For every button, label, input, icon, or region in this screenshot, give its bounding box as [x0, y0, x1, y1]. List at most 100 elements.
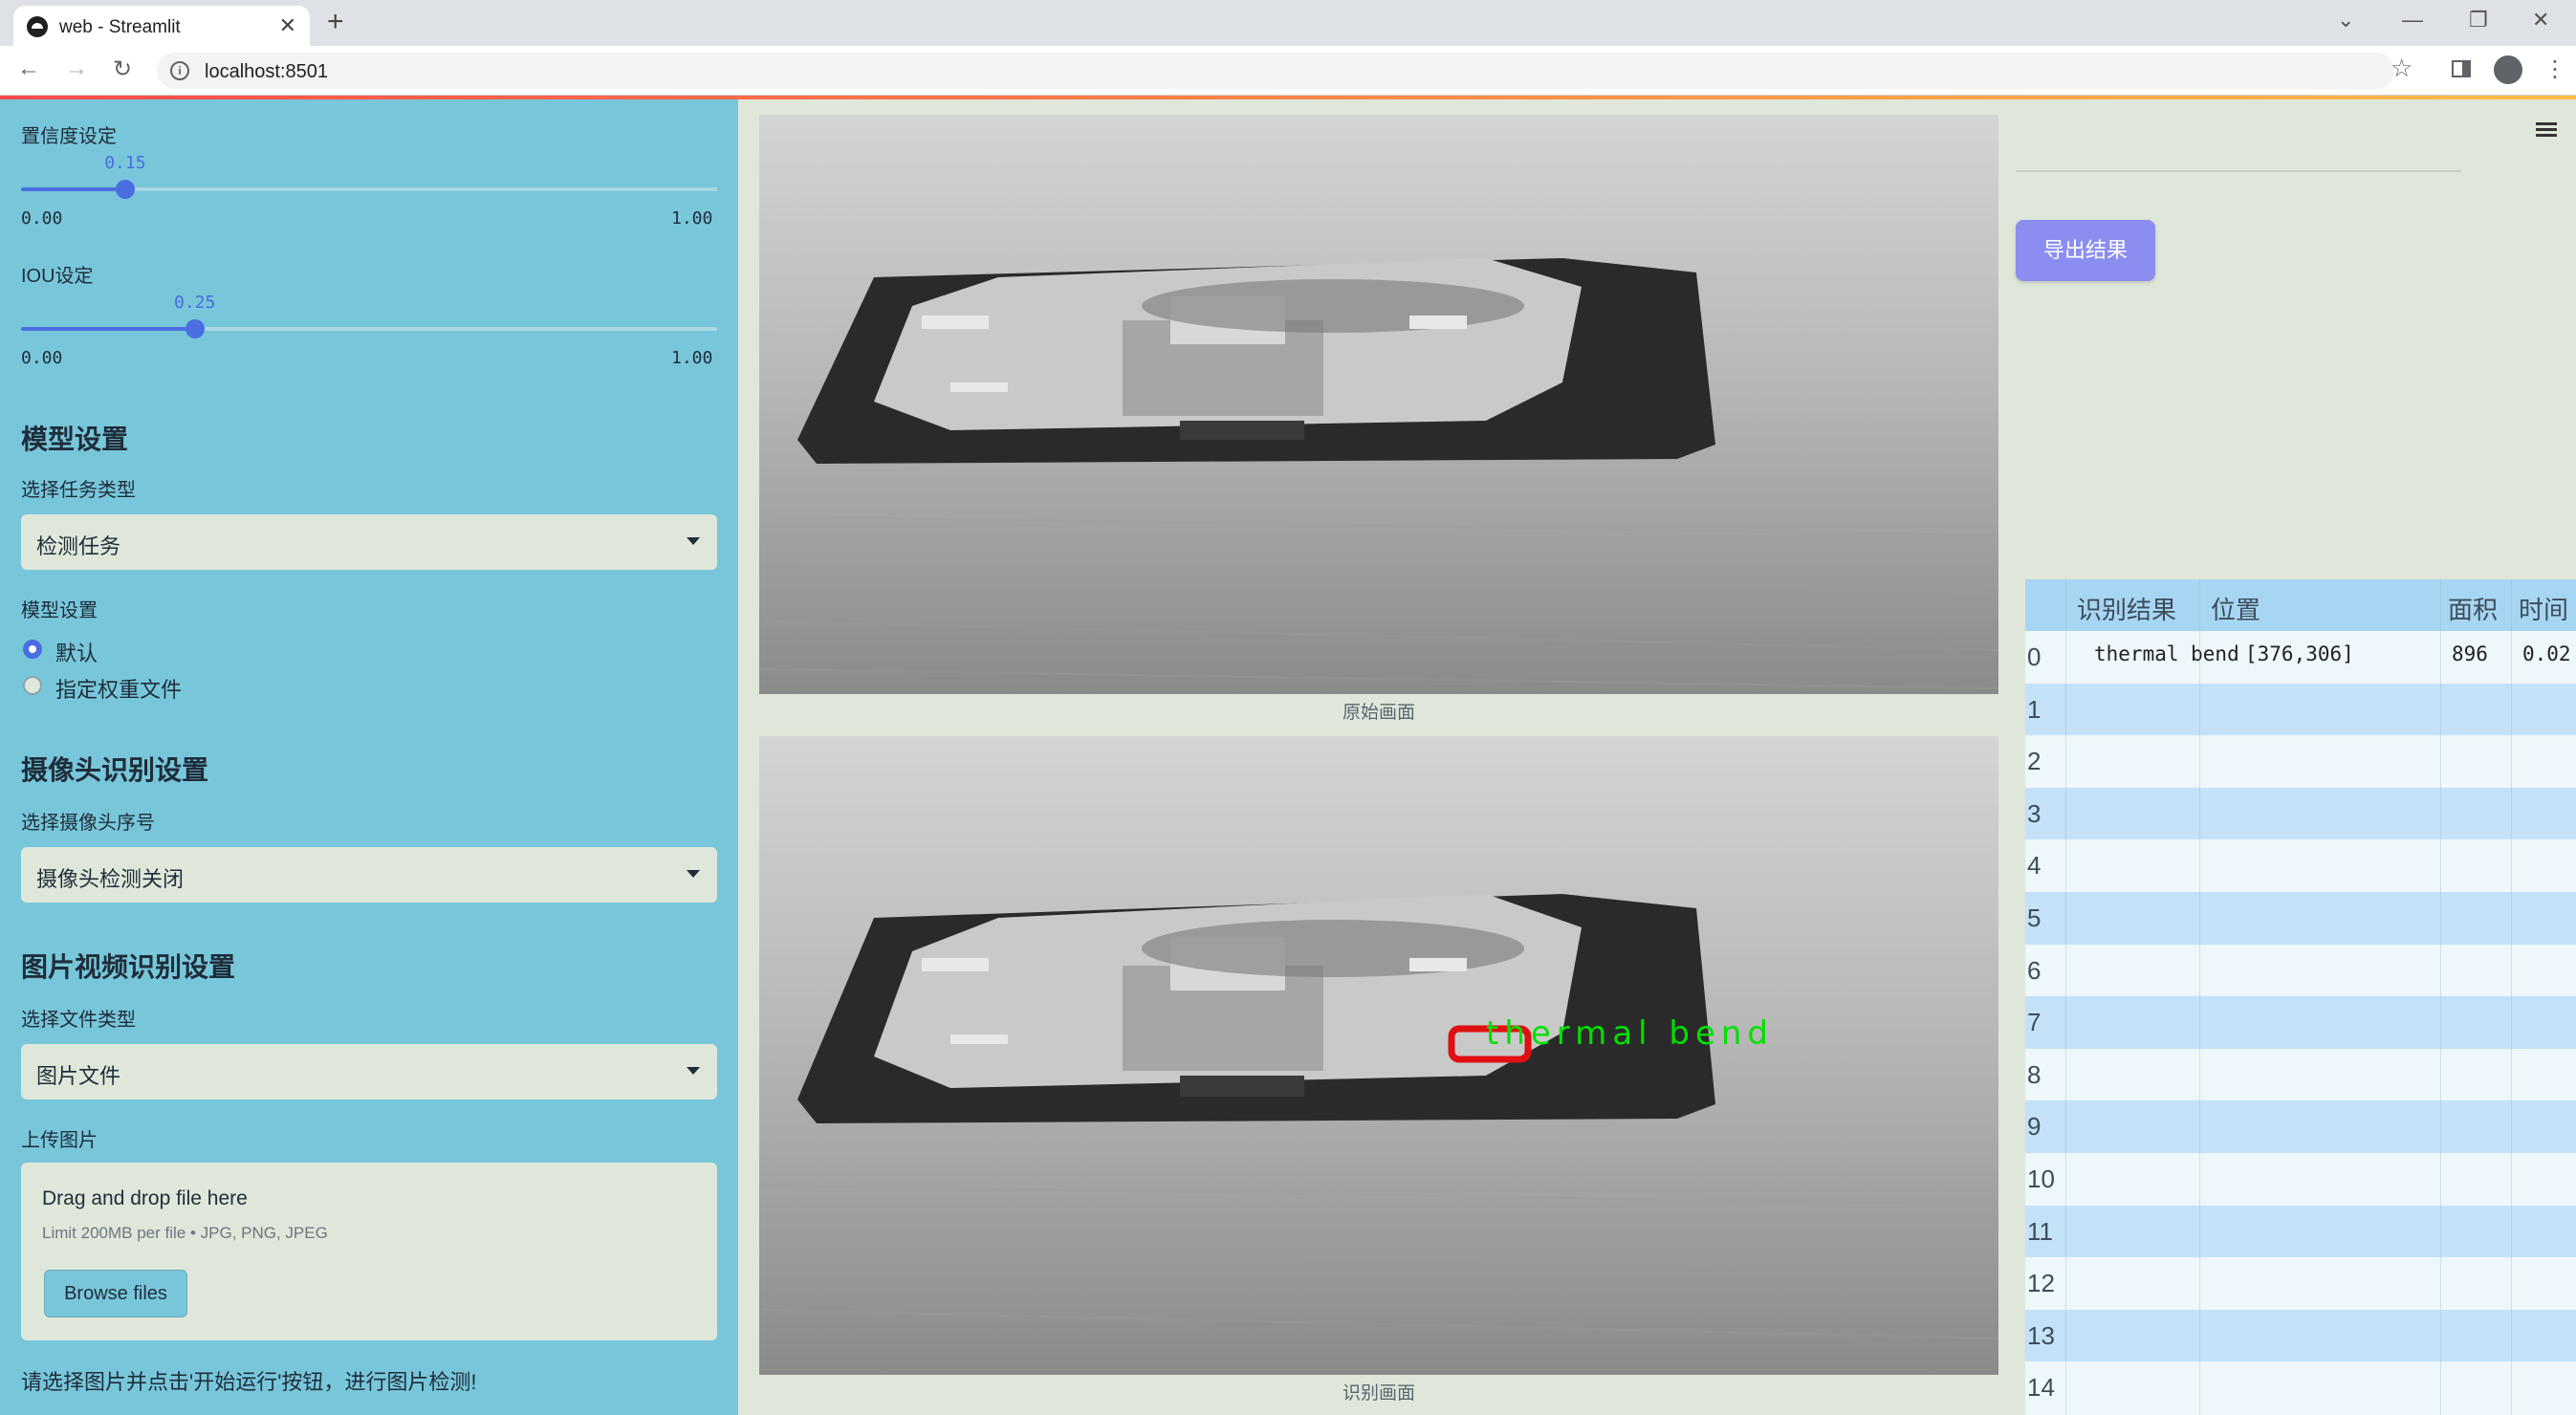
- iou-slider-thumb[interactable]: [186, 319, 205, 338]
- confidence-max: 1.00: [671, 208, 713, 229]
- restore-icon[interactable]: ❐: [2469, 8, 2488, 33]
- streamlit-favicon-icon: [27, 16, 48, 37]
- table-row[interactable]: 6: [2025, 944, 2576, 997]
- header-time[interactable]: 时间: [2519, 591, 2568, 626]
- divider: [2016, 170, 2461, 172]
- row-index: 3: [2027, 798, 2041, 828]
- url-input[interactable]: i localhost:8501: [157, 53, 2394, 89]
- radio-unchecked-icon[interactable]: [23, 676, 42, 695]
- row-index: 11: [2027, 1216, 2053, 1246]
- row-index: 10: [2027, 1165, 2055, 1193]
- table-row[interactable]: 10: [2025, 1153, 2576, 1206]
- detected-image-caption: 识别画面: [1342, 1383, 1415, 1404]
- model-option-label: 默认: [55, 642, 98, 665]
- main-menu-icon[interactable]: [2536, 122, 2557, 138]
- row-index: 5: [2027, 903, 2041, 932]
- model-option-label: 指定权重文件: [55, 678, 183, 702]
- site-info-icon[interactable]: i: [170, 61, 189, 80]
- header-area[interactable]: 面积: [2448, 591, 2498, 626]
- side-panel-icon[interactable]: [2452, 60, 2471, 77]
- row-index: 4: [2027, 851, 2041, 881]
- model-settings-heading: 模型设置: [21, 424, 129, 454]
- browse-files-button[interactable]: Browse files: [44, 1270, 187, 1317]
- camera-index-value: 摄像头检测关闭: [36, 867, 185, 891]
- confidence-slider[interactable]: [21, 180, 717, 199]
- row-index: 9: [2027, 1112, 2041, 1142]
- table-row[interactable]: 9: [2025, 1100, 2576, 1153]
- upload-limit-text: Limit 200MB per file • JPG, PNG, JPEG: [42, 1224, 328, 1242]
- row-index: 6: [2027, 955, 2041, 985]
- upload-dropzone-text: Drag and drop file here: [42, 1187, 248, 1209]
- chevron-down-icon: [687, 1067, 700, 1075]
- tab-search-icon[interactable]: ⌄: [2337, 8, 2354, 33]
- media-settings-heading: 图片视频识别设置: [21, 952, 236, 982]
- row-index: 2: [2027, 747, 2041, 776]
- iou-max: 1.00: [671, 348, 713, 368]
- header-result[interactable]: 识别结果: [2077, 591, 2176, 626]
- reload-icon[interactable]: ↻: [113, 55, 132, 83]
- table-row[interactable]: 3: [2025, 787, 2576, 840]
- table-row[interactable]: 2: [2025, 735, 2576, 788]
- table-row[interactable]: 8: [2025, 1048, 2576, 1101]
- table-row[interactable]: 0 thermal bend [376,306] 896 0.02: [2025, 631, 2576, 684]
- bookmark-star-icon[interactable]: ☆: [2390, 54, 2412, 83]
- task-type-select[interactable]: 检测任务: [21, 514, 717, 570]
- table-row[interactable]: 14: [2025, 1361, 2576, 1414]
- radio-checked-icon[interactable]: [23, 640, 42, 659]
- original-image: [759, 115, 1998, 694]
- row-index: 0: [2027, 642, 2041, 671]
- camera-index-select[interactable]: 摄像头检测关闭: [21, 847, 717, 903]
- confidence-slider-thumb[interactable]: [116, 180, 136, 199]
- browser-tab[interactable]: web - Streamlit ✕: [13, 6, 310, 46]
- tab-title: web - Streamlit: [59, 17, 181, 37]
- detection-label: thermal bend: [1486, 1014, 1774, 1053]
- cell-result: thermal bend: [2094, 642, 2239, 665]
- cell-position: [376,306]: [2245, 642, 2354, 665]
- forward-icon[interactable]: →: [65, 55, 88, 82]
- url-text: localhost:8501: [205, 61, 328, 82]
- confidence-value: 0.15: [104, 153, 146, 173]
- browser-menu-icon[interactable]: ⋮: [2543, 55, 2566, 83]
- column-divider: [2199, 579, 2200, 1415]
- file-type-value: 图片文件: [36, 1064, 121, 1088]
- camera-index-label: 选择摄像头序号: [21, 813, 155, 834]
- column-divider: [2440, 579, 2441, 1415]
- camera-settings-heading: 摄像头识别设置: [21, 755, 209, 785]
- column-divider: [2511, 579, 2512, 1415]
- minimize-icon[interactable]: —: [2402, 8, 2423, 33]
- row-index: 7: [2027, 1008, 2041, 1037]
- table-row[interactable]: 12: [2025, 1257, 2576, 1310]
- instruction-note: 请选择图片并点击'开始运行'按钮，进行图片检测!: [21, 1370, 477, 1394]
- close-tab-icon[interactable]: ✕: [279, 13, 296, 38]
- table-row[interactable]: 7: [2025, 996, 2576, 1049]
- confidence-min: 0.00: [21, 208, 63, 229]
- row-index: 14: [2027, 1373, 2055, 1403]
- row-index: 12: [2027, 1269, 2055, 1298]
- table-row[interactable]: 5: [2025, 892, 2576, 945]
- cell-time: 0.02: [2522, 642, 2571, 665]
- iou-value: 0.25: [174, 293, 216, 313]
- new-tab-icon[interactable]: +: [327, 6, 344, 38]
- iou-slider-fill: [21, 327, 195, 331]
- header-position[interactable]: 位置: [2211, 591, 2260, 626]
- detected-image: thermal bend: [759, 736, 1998, 1375]
- confidence-label: 置信度设定: [21, 126, 117, 147]
- table-row[interactable]: 13: [2025, 1309, 2576, 1362]
- file-uploader[interactable]: Drag and drop file here Limit 200MB per …: [21, 1163, 717, 1340]
- table-row[interactable]: 1: [2025, 683, 2576, 736]
- table-row[interactable]: 11: [2025, 1205, 2576, 1258]
- address-bar: ← → ↻ i localhost:8501 ☆ ⋮: [0, 46, 2576, 96]
- column-divider: [2065, 579, 2066, 1415]
- table-row[interactable]: 4: [2025, 839, 2576, 892]
- back-icon[interactable]: ←: [17, 55, 40, 82]
- chevron-down-icon: [687, 870, 700, 878]
- close-window-icon[interactable]: ✕: [2532, 8, 2549, 33]
- chevron-down-icon: [687, 537, 700, 545]
- file-type-select[interactable]: 图片文件: [21, 1044, 717, 1099]
- sidebar: 置信度设定 0.15 0.00 1.00 IOU设定 0.25 0.00 1.0…: [0, 99, 738, 1415]
- table-header: 识别结果 位置 面积 时间: [2025, 579, 2576, 631]
- iou-slider[interactable]: [21, 319, 717, 338]
- export-results-button[interactable]: 导出结果: [2016, 220, 2155, 281]
- results-table[interactable]: 识别结果 位置 面积 时间 0 thermal bend [376,306] 8 9 6 0…: [2025, 579, 2576, 1415]
- profile-avatar-icon[interactable]: [2494, 55, 2522, 84]
